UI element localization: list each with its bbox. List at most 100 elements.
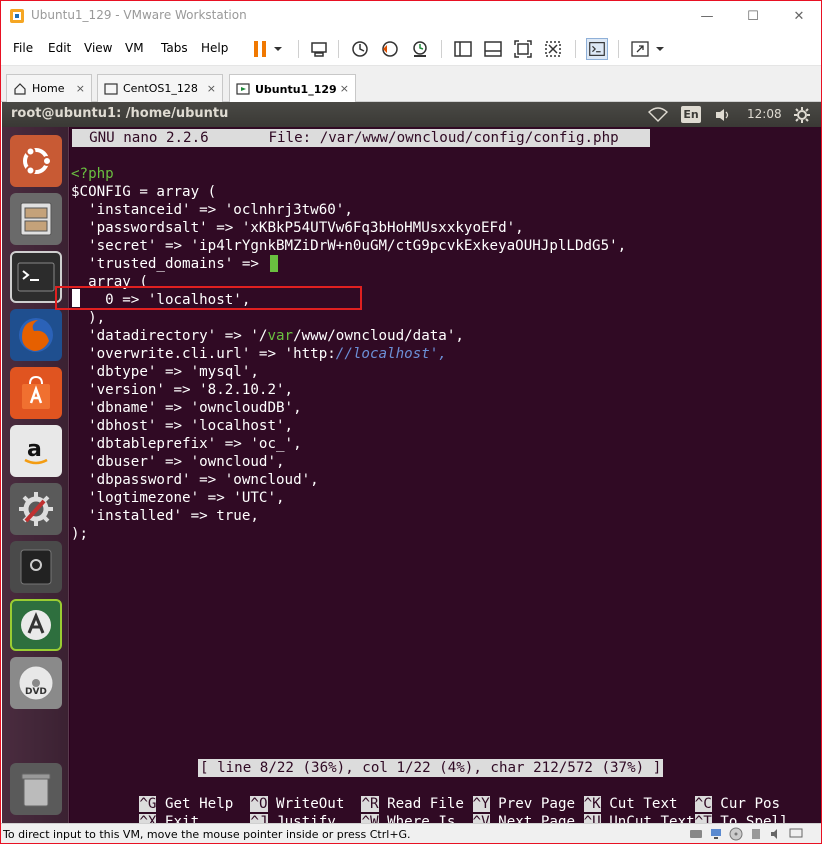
window-title: Ubuntu1_129 - VMware Workstation (31, 8, 247, 22)
snapshot-icon[interactable] (349, 38, 371, 60)
minimize-button[interactable]: — (684, 1, 730, 32)
code-line: 'dbname' => 'owncloudDB', (71, 400, 302, 416)
toolbar-separator (338, 40, 339, 58)
launcher-firefox[interactable] (10, 309, 62, 361)
network-icon[interactable] (709, 827, 723, 841)
dvd-icon: DVD (18, 665, 54, 701)
close-icon[interactable]: × (207, 82, 216, 95)
code-line: 'dbtype' => 'mysql', (71, 364, 259, 380)
maximize-button[interactable]: ☐ (730, 1, 776, 32)
shortcut-key: ^V (472, 814, 490, 823)
launcher-dash[interactable] (10, 135, 62, 187)
code-line: 'installed' => true, (71, 508, 259, 524)
code-line: 'instanceid' => 'oclnhrj3tw60', (71, 202, 353, 218)
shopping-bag-icon (22, 375, 50, 409)
panel-clock[interactable]: 12:08 (747, 107, 782, 121)
panel-window-title: root@ubuntu1: /home/ubuntu (11, 106, 229, 121)
file-cabinet-icon (20, 202, 52, 236)
tab-centos[interactable]: CentOS1_128 × (97, 74, 223, 102)
menu-edit[interactable]: Edit (48, 41, 71, 55)
pause-icon[interactable] (249, 38, 271, 60)
status-message: To direct input to this VM, move the mou… (3, 828, 411, 841)
shortcut-key: ^J (250, 814, 268, 823)
code-line: 'dbhost' => 'localhost', (71, 418, 294, 434)
cd-rom-icon[interactable] (729, 827, 743, 841)
library-view-icon[interactable] (452, 38, 474, 60)
settings-gear-icon (19, 492, 53, 526)
code-line: <?php (71, 166, 114, 182)
code-line: 'trusted_domains' => (71, 256, 259, 272)
menu-file[interactable]: File (13, 41, 33, 55)
wifi-icon[interactable] (648, 107, 668, 122)
stretch-guest-icon[interactable] (629, 38, 651, 60)
menu-vm[interactable]: VM (125, 41, 144, 55)
usb-icon[interactable] (749, 827, 763, 841)
launcher-files[interactable] (10, 193, 62, 245)
home-icon (14, 82, 26, 95)
nano-title-bar: GNU nano 2.2.6 File: /var/www/owncloud/c… (72, 129, 650, 147)
amazon-icon: a (24, 437, 48, 465)
shortcut-label: Justify (267, 814, 362, 823)
code-line: 'passwordsalt' => 'xKBkP54UTVw6Fq3bHoHMU… (71, 220, 524, 236)
nano-status-message: [ line 8/22 (36%), col 1/22 (4%), char 2… (198, 759, 664, 777)
launcher-software-updater[interactable] (10, 599, 62, 651)
toolbar-separator (441, 40, 442, 58)
chevron-down-icon[interactable] (271, 38, 285, 60)
thumbnail-view-icon[interactable] (482, 38, 504, 60)
launcher-software-center[interactable] (10, 367, 62, 419)
menu-tabs[interactable]: Tabs (161, 41, 188, 55)
hard-disk-icon[interactable] (689, 827, 703, 841)
display-icon[interactable] (789, 827, 803, 841)
code-keyword: var (267, 328, 294, 344)
menu-view[interactable]: View (84, 41, 112, 55)
terminal-window[interactable]: GNU nano 2.2.6 File: /var/www/owncloud/c… (55, 127, 821, 823)
shortcut-key: ^U (583, 814, 601, 823)
guest-display[interactable]: root@ubuntu1: /home/ubuntu En 12:08 a DV… (2, 102, 821, 823)
code-segment: /www/owncloud/data', (293, 328, 464, 344)
vm-icon (104, 82, 118, 95)
vmware-window: Ubuntu1_129 - VMware Workstation — ☐ ✕ F… (0, 0, 822, 844)
gear-icon[interactable] (793, 106, 811, 124)
code-line: 'secret' => 'ip4lrYgnkBMZiDrW+n0uGM/ctG9… (71, 238, 627, 254)
vm-running-icon (236, 83, 250, 95)
launcher-dvd[interactable]: DVD (10, 657, 62, 709)
launcher-safe[interactable] (10, 541, 62, 593)
menu-bar: File Edit View VM Tabs Help (1, 32, 821, 66)
shortcut-label: UnCut Text (600, 814, 695, 823)
text-cursor (270, 255, 278, 272)
close-icon: ✕ (793, 9, 805, 24)
keyboard-layout-indicator[interactable]: En (681, 106, 701, 123)
shortcut-label: To Spell (711, 814, 789, 823)
full-screen-icon[interactable] (512, 38, 534, 60)
revert-snapshot-icon[interactable] (379, 38, 401, 60)
sound-icon[interactable] (769, 827, 783, 841)
launcher-system-settings[interactable] (10, 483, 62, 535)
code-line: 'dbtableprefix' => 'oc_', (71, 436, 302, 452)
launcher-amazon[interactable]: a (10, 425, 62, 477)
code-segment: 'datadirectory' => '/ (71, 328, 268, 344)
menu-help[interactable]: Help (201, 41, 228, 55)
chevron-down-icon[interactable] (653, 38, 667, 60)
snapshot-manager-icon[interactable] (409, 38, 431, 60)
close-icon[interactable]: × (76, 82, 85, 95)
annotation-highlight-box (55, 286, 362, 310)
tab-ubuntu[interactable]: Ubuntu1_129 × (229, 74, 356, 103)
svg-text:DVD: DVD (25, 687, 47, 697)
code-line: 'dbuser' => 'owncloud', (71, 454, 285, 470)
unity-mode-icon[interactable] (542, 38, 564, 60)
toolbar-separator (575, 40, 576, 58)
volume-icon[interactable] (714, 107, 732, 123)
launcher-trash[interactable] (10, 763, 62, 815)
shortcut-label: Where Is (378, 814, 473, 823)
code-line: 'dbpassword' => 'owncloud', (71, 472, 319, 488)
title-bar: Ubuntu1_129 - VMware Workstation — ☐ ✕ (1, 1, 821, 32)
code-line: ), (71, 310, 106, 326)
send-ctrl-alt-del-icon[interactable] (308, 38, 330, 60)
close-button[interactable]: ✕ (776, 1, 821, 32)
console-view-icon[interactable] (586, 38, 608, 60)
svg-text:a: a (27, 437, 42, 462)
shortcut-label: Exit (156, 814, 251, 823)
shortcut-key: ^X (139, 814, 157, 823)
tab-home[interactable]: Home × (6, 74, 92, 102)
close-icon[interactable]: × (340, 82, 349, 95)
